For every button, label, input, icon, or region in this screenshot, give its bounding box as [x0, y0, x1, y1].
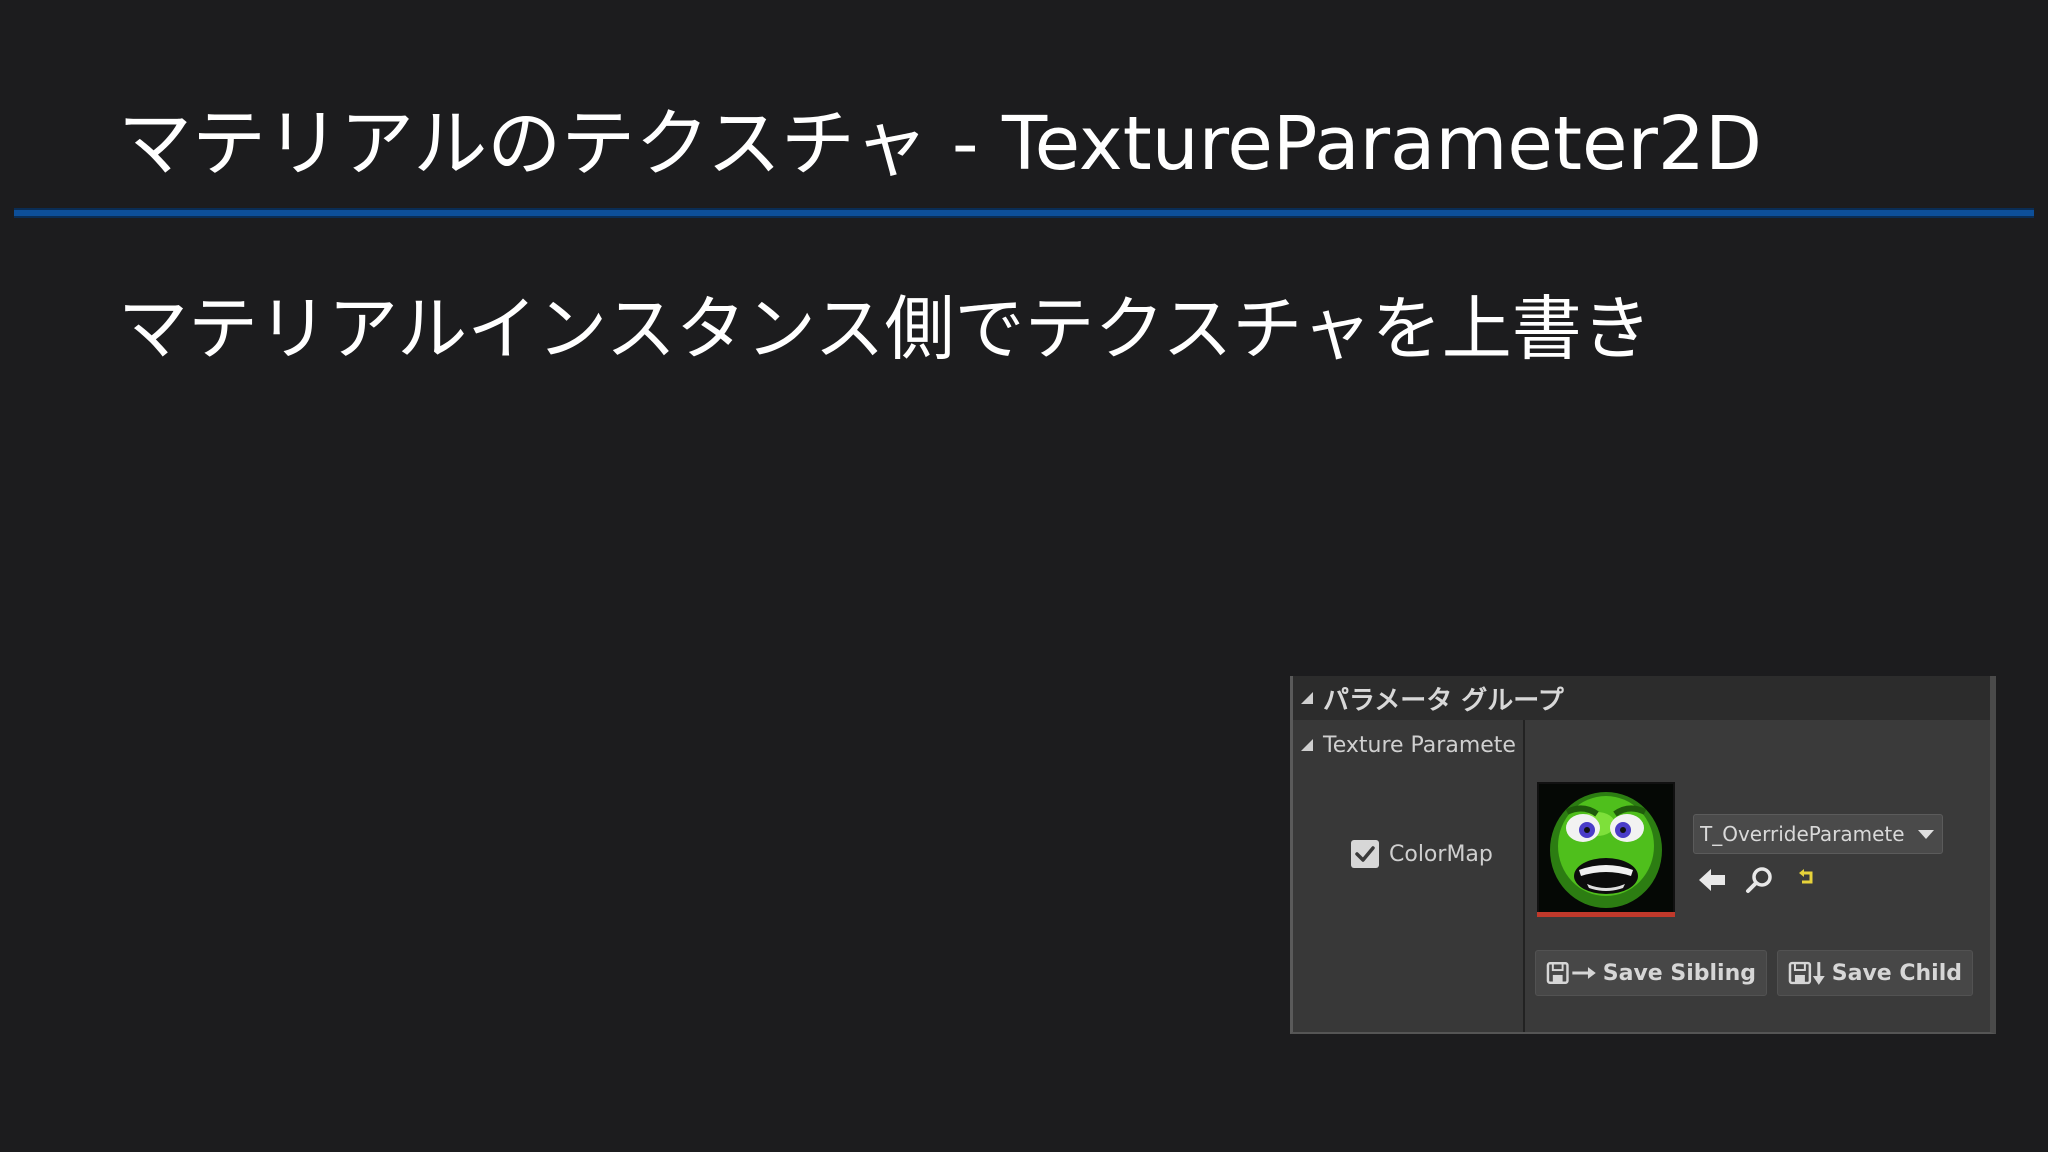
colormap-label: ColorMap: [1389, 841, 1493, 867]
slide-title: マテリアルのテクスチャ - TextureParameter2D: [118, 101, 1762, 187]
collapse-triangle-icon[interactable]: [1301, 739, 1313, 751]
chevron-down-icon: [1918, 829, 1934, 839]
collapse-triangle-icon[interactable]: [1301, 692, 1313, 704]
save-child-label: Save Child: [1831, 960, 1962, 986]
texture-asset-dropdown[interactable]: T_OverrideParamete: [1693, 814, 1943, 854]
parameter-group-header[interactable]: パラメータ グループ: [1293, 676, 1990, 720]
colormap-parameter-row: ColorMap: [1351, 840, 1493, 868]
save-sibling-button[interactable]: Save Sibling: [1535, 950, 1767, 996]
texture-asset-name: T_OverrideParamete: [1700, 822, 1905, 846]
save-sibling-label: Save Sibling: [1602, 960, 1756, 986]
use-selected-arrow-icon[interactable]: [1697, 866, 1727, 898]
save-child-button[interactable]: Save Child: [1777, 950, 1973, 996]
parameter-group-label: パラメータ グループ: [1323, 685, 1564, 716]
texture-thumbnail[interactable]: [1537, 782, 1675, 914]
property-name-column: Texture Paramete ColorMap: [1293, 720, 1525, 1032]
property-value-column: T_OverrideParamete Save Sibling Save Chi…: [1525, 720, 1990, 1032]
green-monster-face-image: [1539, 784, 1673, 912]
texture-parameter-section-header[interactable]: Texture Paramete: [1293, 728, 1523, 762]
title-divider: [14, 208, 2034, 218]
save-arrow-down-icon: [1788, 961, 1825, 985]
texture-parameter-section-label: Texture Paramete: [1323, 732, 1516, 758]
material-instance-details-panel: パラメータ グループ Texture Paramete ColorMap T_O…: [1290, 676, 1996, 1034]
slide-subtitle: マテリアルインスタンス側でテクスチャを上書き: [118, 288, 1652, 370]
colormap-override-checkbox[interactable]: [1351, 840, 1379, 868]
checkmark-icon: [1355, 846, 1375, 862]
save-arrow-right-icon: [1546, 962, 1596, 984]
browse-search-icon[interactable]: [1745, 866, 1775, 898]
reset-to-default-icon[interactable]: [1797, 868, 1817, 892]
thumbnail-asset-color-bar: [1537, 912, 1675, 917]
